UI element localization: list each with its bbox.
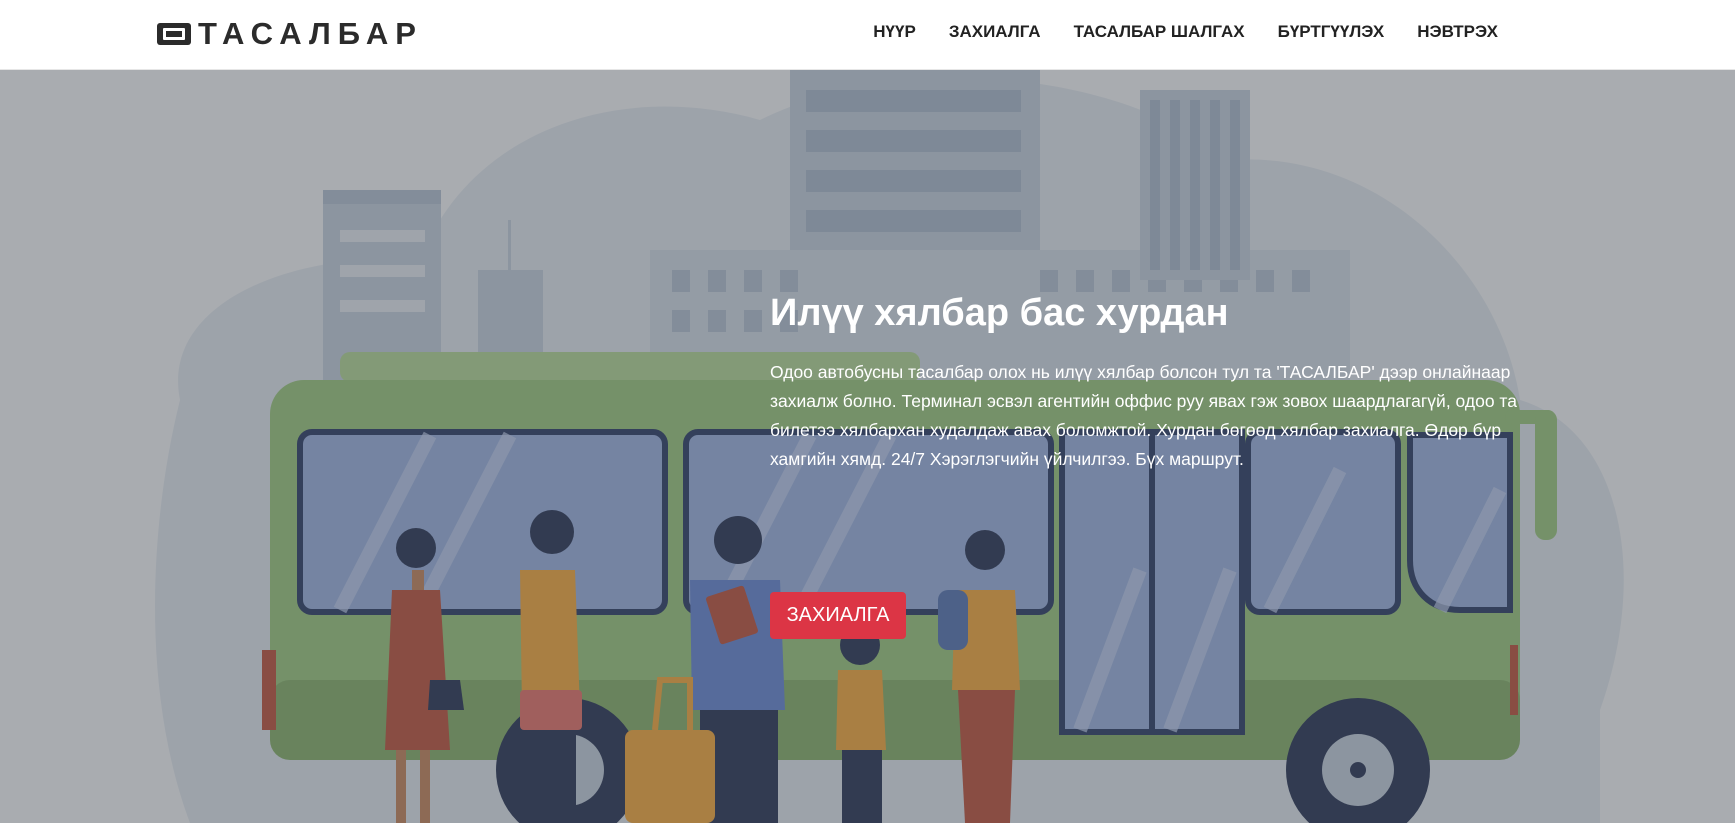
hero-title: Илүү хялбар бас хурдан: [770, 292, 1229, 334]
brand-logo[interactable]: ТАСАЛБАР: [156, 16, 423, 51]
nav-booking[interactable]: ЗАХИАЛГА: [949, 22, 1041, 42]
nav-login[interactable]: НЭВТРЭХ: [1417, 22, 1498, 42]
nav-home[interactable]: НҮҮР: [873, 22, 916, 42]
nav-register[interactable]: БҮРТГҮҮЛЭХ: [1278, 22, 1385, 42]
booking-button[interactable]: ЗАХИАЛГА: [770, 592, 906, 639]
brand-name: ТАСАЛБАР: [198, 16, 423, 51]
ticket-icon: [157, 23, 191, 45]
navbar: ТАСАЛБАР НҮҮР ЗАХИАЛГА ТАСАЛБАР ШАЛГАХ Б…: [0, 0, 1735, 70]
nav-check-ticket[interactable]: ТАСАЛБАР ШАЛГАХ: [1074, 22, 1245, 42]
hero-section: Илүү хялбар бас хурдан Одоо автобусны та…: [0, 70, 1735, 823]
hero-description: Одоо автобусны тасалбар олох нь илүү хял…: [770, 362, 1517, 469]
hero-content: Илүү хялбар бас хурдан Одоо автобусны та…: [770, 290, 1530, 639]
main-nav: НҮҮР ЗАХИАЛГА ТАСАЛБАР ШАЛГАХ БҮРТГҮҮЛЭХ…: [873, 22, 1498, 42]
